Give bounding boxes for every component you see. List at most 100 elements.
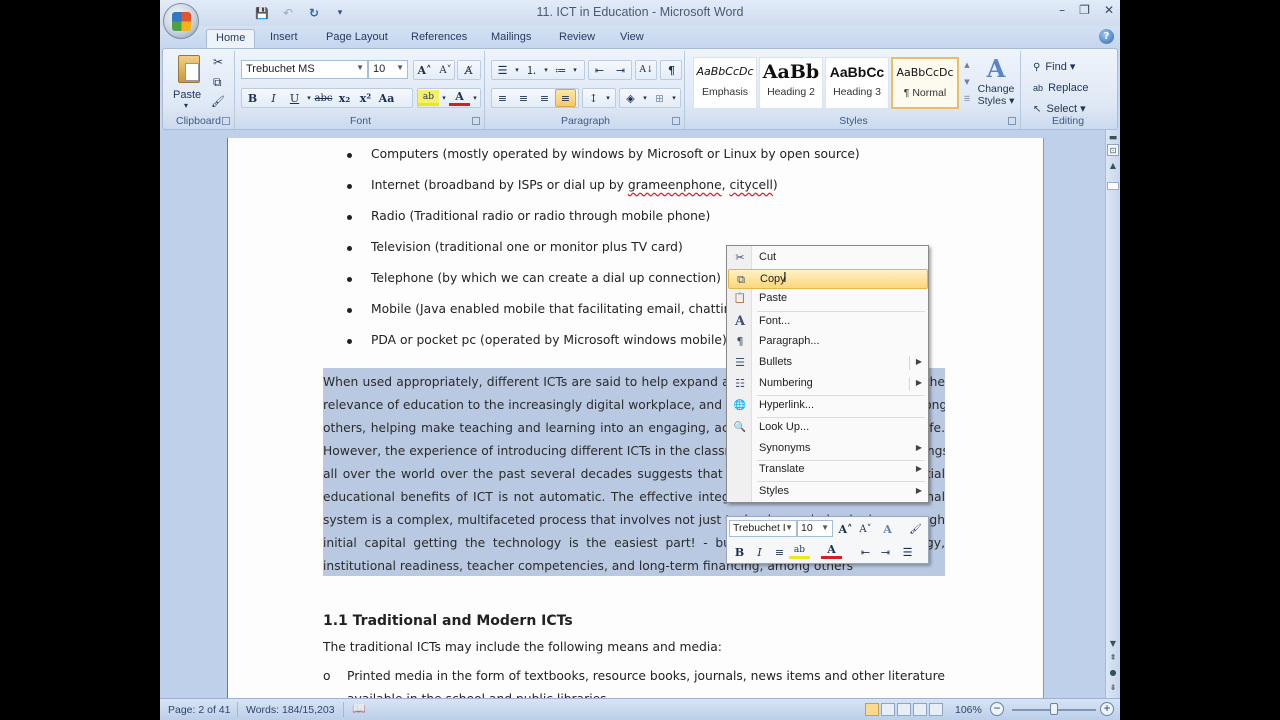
line-spacing-icon[interactable]: ↕ (583, 89, 604, 107)
numbering-dropdown-icon[interactable]: ▾ (542, 61, 550, 79)
tab-references[interactable]: References (411, 29, 467, 48)
menu-item-bullets[interactable]: ☰ Bullets ▶ (728, 353, 928, 373)
mini-decrease-indent-icon[interactable]: ⇤ (855, 543, 876, 561)
select-button[interactable]: ↖ Select ▾ (1033, 97, 1086, 116)
multilevel-list-icon[interactable]: ≔ (550, 61, 571, 79)
style-heading-3[interactable]: AaBbCc Heading 3 (825, 57, 889, 109)
page-count[interactable]: Page: 2 of 41 (168, 704, 230, 716)
proofing-icon[interactable]: 📖 (352, 702, 366, 715)
clipboard-launcher-icon[interactable] (222, 117, 230, 125)
format-painter-icon[interactable]: 🖌 (211, 95, 225, 108)
paragraph-launcher-icon[interactable] (672, 117, 680, 125)
tab-home[interactable]: Home (206, 29, 256, 48)
superscript-icon[interactable]: x² (355, 89, 376, 107)
font-size-field[interactable]: 10 ▼ (368, 60, 408, 79)
zoom-in-icon[interactable]: + (1100, 702, 1114, 716)
style-normal[interactable]: AaBbCcDc ¶ Normal (891, 57, 959, 109)
menu-item-font[interactable]: A Font... (728, 312, 928, 332)
menu-item-cut[interactable]: ✂ Cut (728, 248, 928, 268)
menu-item-numbering[interactable]: ☷ Numbering ▶ (728, 374, 928, 394)
office-button[interactable] (163, 3, 199, 39)
print-layout-view-icon[interactable] (865, 703, 879, 716)
bold-icon[interactable]: B (242, 89, 263, 107)
align-right-icon[interactable]: ≡ (534, 89, 555, 107)
paste-dropdown-icon[interactable]: ▾ (184, 101, 188, 110)
scroll-thumb[interactable] (1107, 182, 1119, 190)
justify-icon[interactable]: ≡ (555, 89, 576, 107)
vertical-scrollbar[interactable]: ▬ ⊡ ▲ ▼ ⇞ ● ⇟ (1105, 130, 1120, 698)
next-page-icon[interactable]: ⇟ (1107, 682, 1119, 694)
styles-launcher-icon[interactable] (1008, 117, 1016, 125)
mini-bold-icon[interactable]: B (729, 543, 750, 561)
tab-review[interactable]: Review (559, 29, 595, 48)
style-emphasis[interactable]: AaBbCcDc Emphasis (693, 57, 757, 109)
word-count[interactable]: Words: 184/15,203 (246, 704, 335, 716)
font-launcher-icon[interactable] (472, 117, 480, 125)
subscript-icon[interactable]: x₂ (334, 89, 355, 107)
menu-item-paste[interactable]: 📋 Paste (728, 289, 928, 309)
previous-page-icon[interactable]: ⇞ (1107, 652, 1119, 664)
paste-button[interactable]: Paste ▾ (169, 53, 207, 113)
tab-insert[interactable]: Insert (270, 29, 298, 48)
increase-indent-icon[interactable]: ⇥ (610, 61, 631, 79)
cut-icon[interactable]: ✂ (213, 55, 223, 69)
multilevel-dropdown-icon[interactable]: ▾ (571, 61, 579, 79)
help-icon[interactable]: ? (1099, 29, 1114, 44)
shading-dropdown-icon[interactable]: ▾ (641, 89, 649, 107)
shading-icon[interactable]: ◈ (620, 89, 641, 107)
zoom-level[interactable]: 106% (955, 704, 982, 716)
font-color-icon[interactable]: A (449, 90, 470, 106)
outline-view-icon[interactable] (913, 703, 927, 716)
bullets-icon[interactable]: ☰ (492, 61, 513, 79)
mini-increase-indent-icon[interactable]: ⇥ (875, 543, 896, 561)
font-color-dropdown-icon[interactable]: ▾ (470, 89, 480, 107)
tab-page-layout[interactable]: Page Layout (326, 29, 388, 48)
menu-item-look-up[interactable]: 🔍 Look Up... (728, 418, 928, 438)
minimize-icon[interactable]: – (1059, 3, 1065, 17)
scroll-up-icon[interactable]: ▲ (1107, 160, 1119, 172)
mini-styles-icon[interactable]: A (877, 520, 898, 538)
browse-object-icon[interactable]: ● (1107, 667, 1119, 679)
mini-format-painter-icon[interactable]: 🖌 (905, 520, 926, 538)
mini-center-icon[interactable]: ≡ (769, 543, 790, 561)
spelling-error[interactable]: grameenphone (628, 178, 722, 192)
split-handle-icon[interactable]: ▬ (1107, 132, 1119, 144)
tab-view[interactable]: View (620, 29, 644, 48)
numbering-icon[interactable]: ⒈ (521, 61, 542, 79)
spelling-error[interactable]: citycell (729, 178, 772, 192)
highlight-icon[interactable]: ab (418, 90, 439, 106)
italic-icon[interactable]: I (263, 89, 284, 107)
mini-bullets-icon[interactable]: ☰ (897, 543, 918, 561)
align-left-icon[interactable]: ≡ (492, 89, 513, 107)
menu-item-styles[interactable]: Styles ▶ (728, 482, 928, 502)
decrease-indent-icon[interactable]: ⇤ (589, 61, 610, 79)
mini-font-name-field[interactable]: Trebuchet I ▼ (729, 520, 797, 537)
scroll-down-icon[interactable]: ▼ (1107, 638, 1119, 650)
grow-font-icon[interactable]: A˄ (414, 61, 435, 79)
change-case-icon[interactable]: Aa (376, 89, 397, 107)
underline-dropdown-icon[interactable]: ▾ (305, 89, 313, 107)
close-icon[interactable]: ✕ (1104, 3, 1114, 17)
style-heading-2[interactable]: AaBb Heading 2 (759, 57, 823, 109)
restore-icon[interactable]: ❐ (1079, 3, 1090, 17)
clear-formatting-icon[interactable]: A̸ (458, 61, 479, 79)
menu-item-hyperlink[interactable]: 🌐 Hyperlink... (728, 396, 928, 416)
web-layout-view-icon[interactable] (897, 703, 911, 716)
mini-font-color-icon[interactable]: A (821, 543, 842, 559)
line-spacing-dropdown-icon[interactable]: ▾ (604, 89, 612, 107)
font-name-field[interactable]: Trebuchet MS ▼ (241, 60, 368, 79)
ruler-toggle-icon[interactable]: ⊡ (1107, 144, 1119, 156)
mini-grow-font-icon[interactable]: A˄ (835, 520, 856, 538)
styles-scroll[interactable]: ▲ ▼ ☰ (962, 57, 972, 109)
mini-highlight-icon[interactable]: ab (789, 543, 810, 559)
sort-icon[interactable]: A↓ (636, 61, 657, 79)
highlight-dropdown-icon[interactable]: ▾ (439, 89, 449, 107)
zoom-slider-thumb[interactable] (1050, 703, 1058, 715)
mini-shrink-font-icon[interactable]: A˅ (855, 520, 876, 538)
zoom-out-icon[interactable]: − (990, 702, 1004, 716)
pilcrow-icon[interactable]: ¶ (661, 61, 682, 79)
borders-dropdown-icon[interactable]: ▾ (670, 89, 678, 107)
menu-item-paragraph[interactable]: ¶ Paragraph... (728, 332, 928, 352)
menu-item-synonyms[interactable]: Synonyms ▶ (728, 439, 928, 459)
replace-button[interactable]: ab Replace (1033, 76, 1088, 95)
